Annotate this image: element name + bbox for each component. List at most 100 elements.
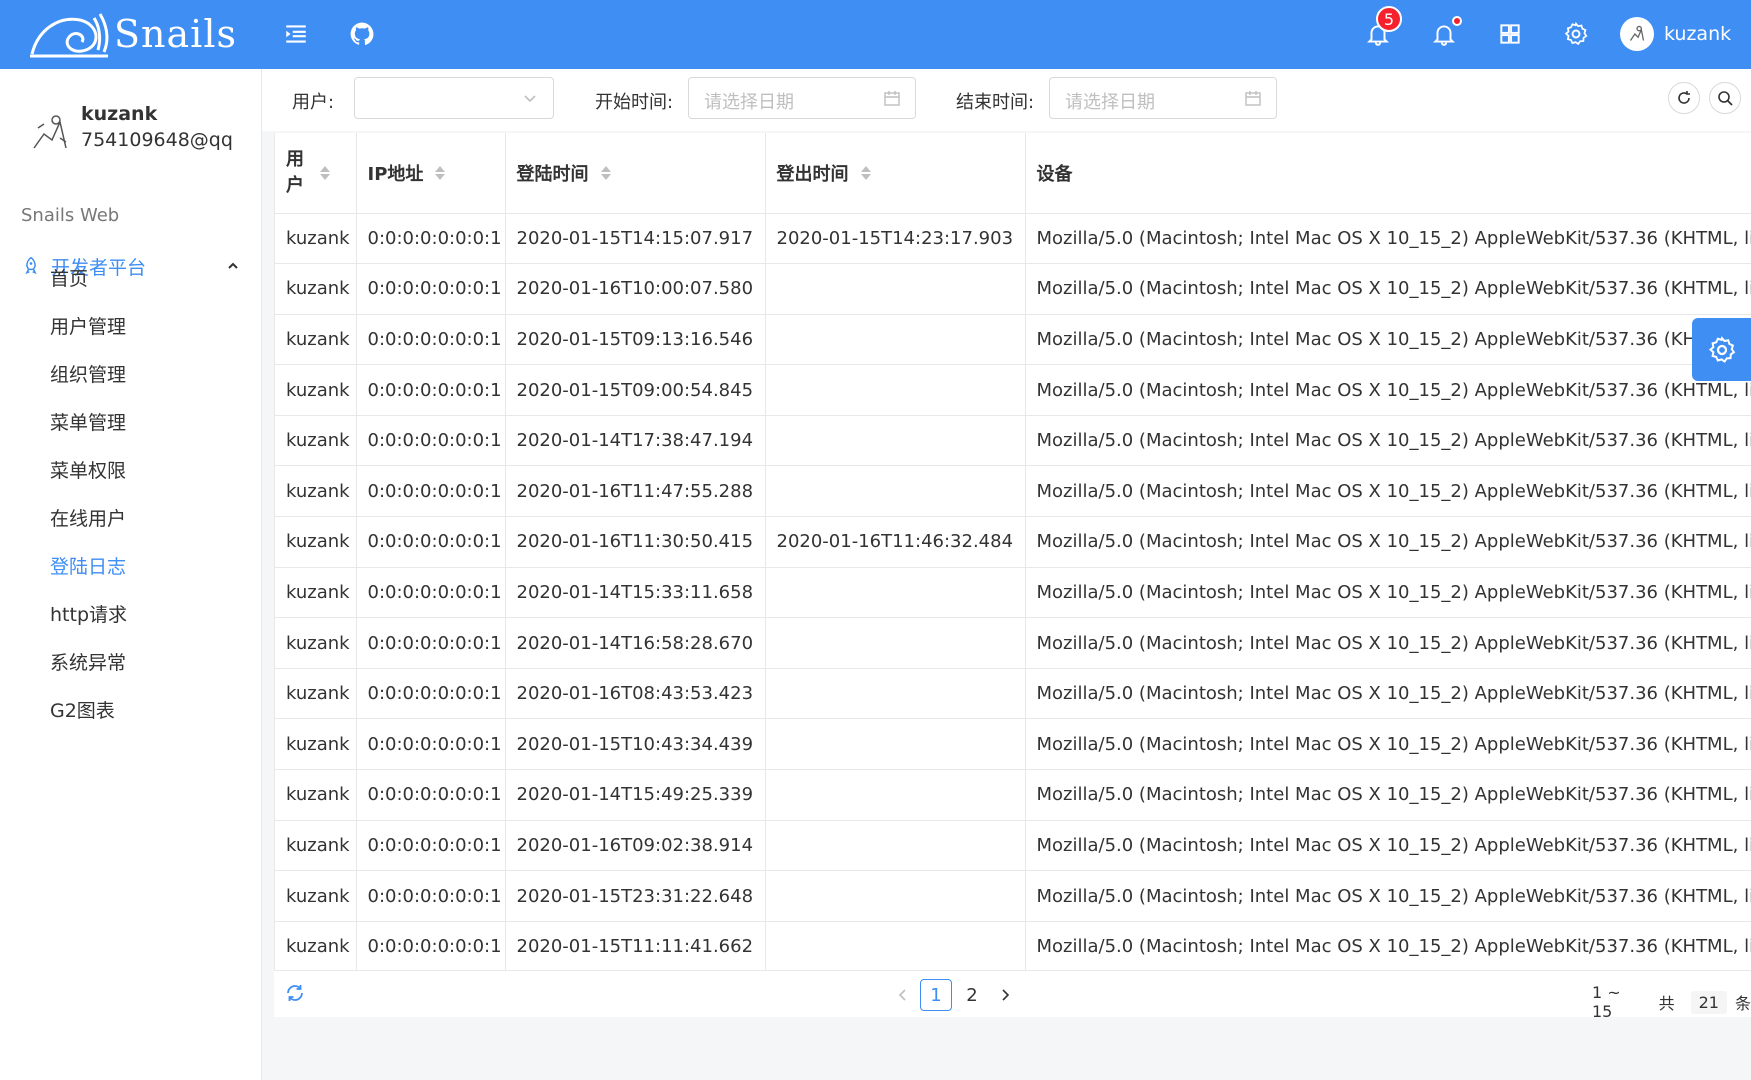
table-row[interactable]: kuzank 0:0:0:0:0:0:0:1 2020-01-16T09:02:38…: [275, 820, 1751, 872]
avatar: [1620, 17, 1654, 51]
search-button[interactable]: [1709, 82, 1741, 114]
sidebar-item-menu-management[interactable]: 菜单管理: [50, 408, 126, 438]
table-row[interactable]: kuzank 0:0:0:0:0:0:0:1 2020-01-15T09:13:16…: [275, 314, 1751, 366]
page-2[interactable]: 2: [956, 979, 988, 1011]
sort-icon[interactable]: [600, 165, 611, 180]
cell-ip: 0:0:0:0:0:0:0:1: [356, 718, 506, 771]
notification-bell-icon[interactable]: 5: [1362, 6, 1402, 50]
cell-user: kuzank: [275, 516, 357, 568]
cell-user: kuzank: [275, 820, 357, 872]
table-row[interactable]: kuzank 0:0:0:0:0:0:0:1 2020-01-14T17:38:47…: [275, 415, 1751, 467]
sort-icon[interactable]: [435, 165, 446, 180]
theme-setting-button[interactable]: [1692, 318, 1751, 381]
cell-ip: 0:0:0:0:0:0:0:1: [356, 820, 506, 872]
cell-logout-time: [765, 617, 1026, 669]
column-logout-time[interactable]: 登出时间: [765, 133, 1026, 214]
header-user-menu[interactable]: kuzank: [1620, 17, 1731, 51]
sidebar-item-user-management[interactable]: 用户管理: [50, 312, 126, 342]
sidebar-item-org-management[interactable]: 组织管理: [50, 360, 126, 390]
refresh-icon[interactable]: [284, 982, 306, 1004]
table-row[interactable]: kuzank 0:0:0:0:0:0:0:1 2020-01-15T10:43:34…: [275, 718, 1751, 771]
cell-ip: 0:0:0:0:0:0:0:1: [356, 263, 506, 315]
cell-device: Mozilla/5.0 (Macintosh; Intel Mac OS X 1…: [1025, 213, 1751, 265]
cell-ip: 0:0:0:0:0:0:0:1: [356, 364, 506, 416]
alert-bell-icon[interactable]: [1428, 16, 1462, 50]
search-icon: [1718, 91, 1733, 106]
filter-bar: 用户: 开始时间: 请选择日期 结束时间: 请选择日期: [262, 69, 1751, 131]
cell-user: kuzank: [275, 465, 357, 518]
cell-ip: 0:0:0:0:0:0:0:1: [356, 870, 506, 922]
chevron-down-icon: [524, 95, 536, 103]
cell-logout-time: [765, 870, 1026, 922]
cell-ip: 0:0:0:0:0:0:0:1: [356, 668, 506, 720]
sort-icon[interactable]: [860, 165, 871, 180]
table-row[interactable]: kuzank 0:0:0:0:0:0:0:1 2020-01-16T11:47:55…: [275, 465, 1751, 518]
table-row[interactable]: kuzank 0:0:0:0:0:0:0:1 2020-01-15T14:15:07…: [275, 213, 1751, 265]
sidebar-item-g2-chart[interactable]: G2图表: [50, 696, 115, 726]
menu-developer-platform[interactable]: 开发者平台: [0, 241, 262, 291]
cell-user: kuzank: [275, 314, 357, 366]
cell-login-time: 2020-01-16T08:43:53.423: [505, 668, 766, 720]
menu-fold-icon[interactable]: [280, 18, 312, 50]
cell-logout-time: 2020-01-15T14:23:17.903: [765, 213, 1026, 265]
appstore-icon[interactable]: [1494, 18, 1526, 50]
menu-group-title: Snails Web: [21, 205, 120, 226]
cell-device: Mozilla/5.0 (Macintosh; Intel Mac OS X 1…: [1025, 820, 1751, 872]
start-time-label: 开始时间:: [595, 92, 674, 113]
sidebar-item-online-users[interactable]: 在线用户: [50, 504, 126, 534]
cell-login-time: 2020-01-14T17:38:47.194: [505, 415, 766, 467]
column-device: 设备: [1025, 133, 1751, 214]
sidebar-item-http-request[interactable]: http请求: [50, 600, 127, 630]
sidebar-user-email: 754109648@qq.com: [81, 129, 233, 151]
rocket-icon: [25, 256, 37, 274]
cell-logout-time: [765, 769, 1026, 821]
table-row[interactable]: kuzank 0:0:0:0:0:0:0:1 2020-01-14T15:49:25…: [275, 769, 1751, 821]
cell-device: Mozilla/5.0 (Macintosh; Intel Mac OS X 1…: [1025, 870, 1751, 922]
cell-login-time: 2020-01-14T15:49:25.339: [505, 769, 766, 821]
cell-ip: 0:0:0:0:0:0:0:1: [356, 213, 506, 265]
brand-logo[interactable]: Snails: [28, 10, 237, 58]
table-row[interactable]: kuzank 0:0:0:0:0:0:0:1 2020-01-16T08:43:53…: [275, 668, 1751, 720]
start-date-picker[interactable]: 请选择日期: [688, 77, 916, 119]
github-icon[interactable]: [346, 18, 378, 50]
end-date-placeholder: 请选择日期: [1065, 92, 1155, 113]
pagination: 1 2: [888, 979, 1020, 1011]
prev-page-button[interactable]: [888, 980, 918, 1010]
chevron-left-icon: [898, 989, 906, 1001]
sidebar-item-home[interactable]: 首页: [50, 264, 88, 294]
sidebar-item-menu-permission[interactable]: 菜单权限: [50, 456, 126, 486]
cell-logout-time: [765, 567, 1026, 619]
next-page-button[interactable]: [990, 980, 1020, 1010]
cell-ip: 0:0:0:0:0:0:0:1: [356, 567, 506, 619]
table-row[interactable]: kuzank 0:0:0:0:0:0:0:1 2020-01-14T16:58:28…: [275, 617, 1751, 669]
gear-icon[interactable]: [1560, 18, 1592, 50]
sort-icon[interactable]: [320, 165, 330, 180]
column-login-time[interactable]: 登陆时间: [505, 133, 766, 214]
table-row[interactable]: kuzank 0:0:0:0:0:0:0:1 2020-01-15T11:11:41…: [275, 921, 1751, 973]
table-row[interactable]: kuzank 0:0:0:0:0:0:0:1 2020-01-16T11:30:50…: [275, 516, 1751, 568]
sidebar-item-login-log[interactable]: 登陆日志: [50, 552, 126, 582]
table-row[interactable]: kuzank 0:0:0:0:0:0:0:1 2020-01-15T09:00:54…: [275, 364, 1751, 416]
cell-login-time: 2020-01-16T11:47:55.288: [505, 465, 766, 518]
cell-device: Mozilla/5.0 (Macintosh; Intel Mac OS X 1…: [1025, 921, 1751, 973]
user-select[interactable]: [354, 77, 554, 119]
cell-logout-time: [765, 415, 1026, 467]
cell-ip: 0:0:0:0:0:0:0:1: [356, 921, 506, 973]
table-row[interactable]: kuzank 0:0:0:0:0:0:0:1 2020-01-15T23:31:22…: [275, 870, 1751, 922]
cell-login-time: 2020-01-14T15:33:11.658: [505, 567, 766, 619]
cell-login-time: 2020-01-15T14:15:07.917: [505, 213, 766, 265]
cell-login-time: 2020-01-16T09:02:38.914: [505, 820, 766, 872]
column-ip[interactable]: IP地址: [356, 133, 506, 214]
sidebar-item-system-exception[interactable]: 系统异常: [50, 648, 126, 678]
table-row[interactable]: kuzank 0:0:0:0:0:0:0:1 2020-01-16T10:00:07…: [275, 263, 1751, 315]
reset-button[interactable]: [1668, 82, 1700, 114]
cell-user: kuzank: [275, 870, 357, 922]
cell-user: kuzank: [275, 718, 357, 771]
end-date-picker[interactable]: 请选择日期: [1049, 77, 1277, 119]
sidebar: kuzank 754109648@qq.com Snails Web 开发者平台…: [0, 69, 262, 1080]
cell-logout-time: [765, 314, 1026, 366]
table-header-row: 用户 IP地址 登陆时间 登出时间 设备: [275, 133, 1751, 214]
page-1[interactable]: 1: [920, 979, 952, 1011]
column-user[interactable]: 用户: [275, 133, 357, 214]
table-row[interactable]: kuzank 0:0:0:0:0:0:0:1 2020-01-14T15:33:11…: [275, 567, 1751, 619]
